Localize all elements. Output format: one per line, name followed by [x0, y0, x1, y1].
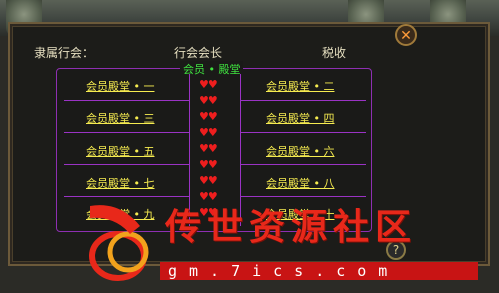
row-divider-left [64, 132, 190, 133]
watermark-logo-icon [89, 205, 149, 281]
hall-link-4[interactable]: 会员殿堂 • 四 [266, 110, 334, 126]
leader-label: 行会会长 [174, 46, 223, 60]
row-divider-right [240, 132, 366, 133]
guild-label: 隶属行会： [34, 46, 95, 60]
hall-link-6[interactable]: 会员殿堂 • 六 [266, 143, 334, 159]
heart-icon: ♥♥ [199, 126, 218, 139]
row-divider-right [240, 196, 366, 197]
hall-link-7[interactable]: 会员殿堂 • 七 [86, 175, 154, 191]
close-button[interactable]: ✕ [395, 24, 417, 46]
row-divider-right [240, 100, 366, 101]
row-divider-right [240, 164, 366, 165]
hall-link-3[interactable]: 会员殿堂 • 三 [86, 110, 154, 126]
watermark-title: 传世资源社区 [165, 206, 418, 248]
heart-icon: ♥♥ [199, 158, 218, 171]
hall-link-1[interactable]: 会员殿堂 • 一 [86, 78, 154, 94]
heart-icon: ♥♥ [199, 174, 218, 187]
hall-link-2[interactable]: 会员殿堂 • 二 [266, 78, 334, 94]
close-icon: ✕ [400, 28, 412, 44]
heart-icon: ♥♥ [199, 110, 218, 123]
tax-label: 税收 [322, 46, 347, 60]
hall-link-5[interactable]: 会员殿堂 • 五 [86, 143, 154, 159]
row-divider-left [64, 100, 190, 101]
heart-icon: ♥♥ [199, 78, 218, 91]
heart-icon: ♥♥ [199, 142, 218, 155]
row-divider-left [64, 164, 190, 165]
hall-link-8[interactable]: 会员殿堂 • 八 [266, 175, 334, 191]
heart-icon: ♥♥ [199, 94, 218, 107]
watermark-url: gm.7ics.com [160, 262, 478, 280]
